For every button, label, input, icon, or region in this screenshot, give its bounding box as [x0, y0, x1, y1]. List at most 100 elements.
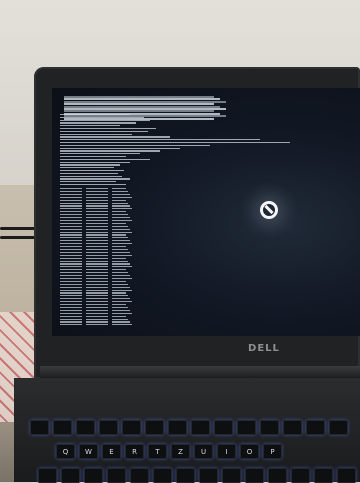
boot-log-line: [60, 184, 126, 186]
boot-log-column-line: [60, 286, 82, 288]
keyboard-key[interactable]: [99, 420, 118, 435]
keyboard-key-t[interactable]: T: [148, 444, 167, 459]
boot-log-column-line: [112, 304, 126, 306]
boot-log-line: [60, 133, 132, 135]
boot-log-column-line: [86, 304, 108, 306]
keyboard-key[interactable]: [107, 468, 126, 483]
keyboard-key[interactable]: [122, 420, 141, 435]
keyboard-key[interactable]: [199, 468, 218, 483]
boot-log-column-line: [112, 312, 132, 314]
keyboard-key[interactable]: [176, 468, 195, 483]
boot-log-column-line: [112, 248, 128, 251]
boot-log-line: [60, 130, 148, 133]
keyboard-key[interactable]: [214, 420, 233, 435]
boot-log-column-line: [60, 283, 82, 285]
keyboard-key-e[interactable]: E: [102, 444, 121, 459]
boot-log-column-line: [60, 208, 82, 210]
keyboard-key[interactable]: [283, 420, 302, 435]
boot-log-column-line: [112, 266, 132, 268]
keyboard-key[interactable]: [314, 468, 333, 483]
keyboard-key[interactable]: [38, 468, 57, 483]
keyboard-key[interactable]: [191, 420, 210, 435]
keyboard-key[interactable]: [168, 420, 187, 435]
boot-log-column-line: [86, 318, 108, 320]
boot-log-column-line: [60, 193, 82, 195]
boot-log-line: [60, 156, 126, 158]
keyboard-key[interactable]: [268, 468, 287, 483]
boot-log-column-line: [60, 196, 82, 198]
keyboard-key-o[interactable]: O: [240, 444, 259, 459]
boot-log-column-line: [86, 275, 108, 277]
keyboard-key[interactable]: [53, 420, 72, 435]
boot-log-columns: [60, 188, 132, 328]
keyboard-key[interactable]: [130, 468, 149, 483]
boot-log-column-line: [112, 315, 126, 317]
boot-log-column-line: [60, 211, 82, 213]
boot-log-column-line: [60, 199, 82, 201]
boot-log-column-line: [60, 214, 82, 216]
keyboard-key-q[interactable]: Q: [56, 444, 75, 459]
boot-log-column-line: [60, 280, 82, 282]
boot-log-column-line: [86, 222, 108, 224]
boot-log-column-line: [60, 243, 82, 245]
boot-log-column-line: [112, 286, 130, 288]
boot-log-column-line: [112, 211, 126, 213]
keyboard-key[interactable]: [153, 468, 172, 483]
keyboard-key[interactable]: [329, 420, 348, 435]
keyboard-key[interactable]: [306, 420, 325, 435]
boot-log-column-line: [60, 234, 82, 236]
boot-log-column-line: [60, 301, 82, 303]
keyboard-key[interactable]: [245, 468, 264, 483]
boot-log-column-line: [86, 266, 108, 268]
boot-log-column-line: [112, 280, 126, 282]
boot-log-column-line: [112, 292, 126, 294]
keyboard-key-p[interactable]: P: [263, 444, 282, 459]
keyboard-key[interactable]: [76, 420, 95, 435]
boot-log-column-line: [112, 263, 130, 265]
boot-log-column-line: [86, 240, 108, 242]
boot-log-line: [60, 161, 130, 163]
keyboard-key-w[interactable]: W: [79, 444, 98, 459]
boot-log-column-line: [112, 193, 130, 195]
keyboard-key[interactable]: [337, 468, 356, 483]
boot-log-column-line: [60, 251, 82, 253]
keyboard-key[interactable]: [84, 468, 103, 483]
keyboard-key[interactable]: [30, 420, 49, 435]
boot-log-column-line: [60, 188, 82, 190]
boot-log-line: [60, 128, 156, 130]
keyboard-key-r[interactable]: R: [125, 444, 144, 459]
boot-log-column-line: [60, 202, 82, 204]
boot-log-line: [60, 181, 116, 183]
boot-log-column-line: [60, 312, 82, 314]
boot-log-column-line: [112, 208, 132, 210]
keyboard-row-home: [38, 468, 356, 483]
boot-log-column-line: [112, 318, 128, 320]
boot-log-column-line: [60, 219, 82, 222]
keyboard-key[interactable]: [291, 468, 310, 483]
boot-log-column-line: [86, 257, 108, 259]
boot-log-column-line: [86, 199, 108, 201]
boot-log-column-line: [112, 222, 126, 224]
boot-log-column-line: [86, 248, 108, 251]
keyboard-key-u[interactable]: U: [194, 444, 213, 459]
boot-log-column-line: [112, 219, 132, 222]
keyboard-key[interactable]: [237, 420, 256, 435]
boot-log-column-line: [112, 295, 128, 297]
boot-log-column-line: [112, 246, 126, 248]
boot-log-column-line: [86, 211, 108, 213]
boot-log-column-line: [60, 295, 82, 297]
keyboard-key[interactable]: [61, 468, 80, 483]
boot-log-line: [60, 136, 170, 138]
keyboard-key[interactable]: [260, 420, 279, 435]
keyboard-key-i[interactable]: I: [217, 444, 236, 459]
boot-log-column-line: [86, 228, 108, 230]
keyboard-key[interactable]: [222, 468, 241, 483]
keyboard-key-z[interactable]: Z: [171, 444, 190, 459]
boot-log-column-line: [112, 260, 128, 262]
keyboard-key[interactable]: [145, 420, 164, 435]
boot-log-column-line: [86, 309, 108, 311]
boot-log-line: [60, 164, 120, 166]
boot-log-line: [60, 178, 130, 180]
boot-log-column-line: [86, 292, 108, 294]
boot-log-column-line: [86, 289, 108, 291]
